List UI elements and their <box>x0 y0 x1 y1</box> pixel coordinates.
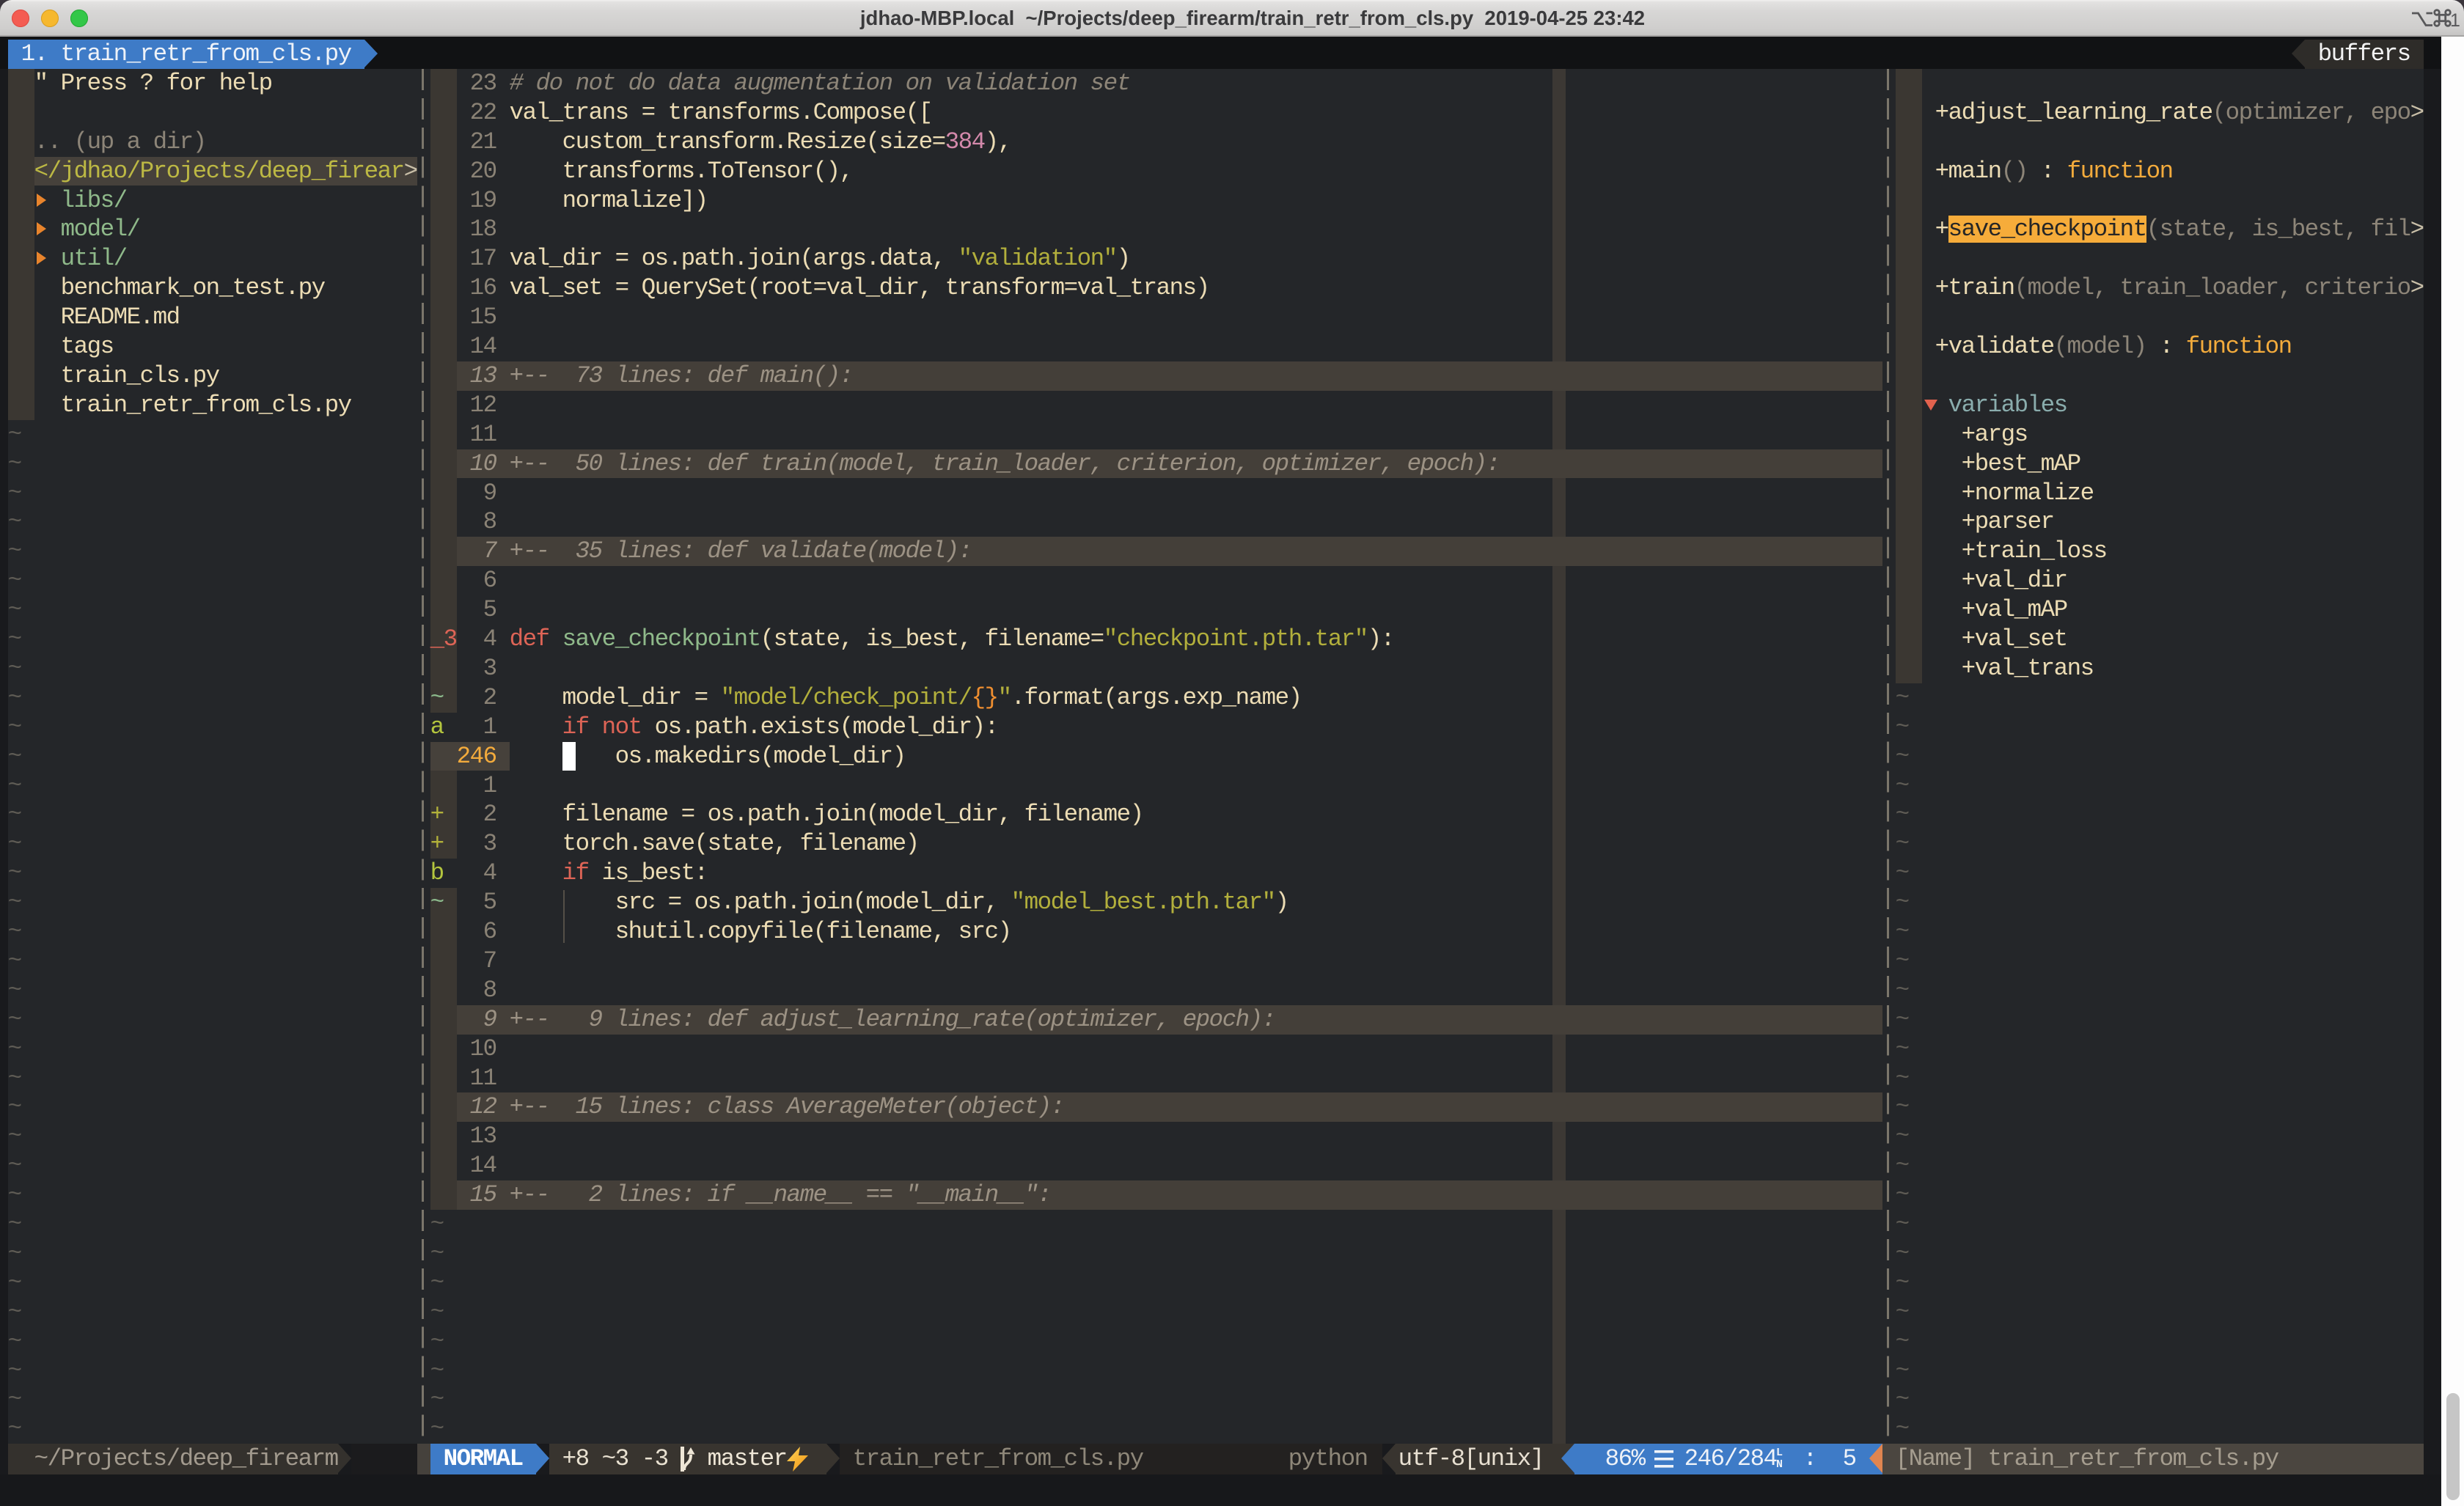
svg-text:1: 1 <box>2450 10 2460 30</box>
